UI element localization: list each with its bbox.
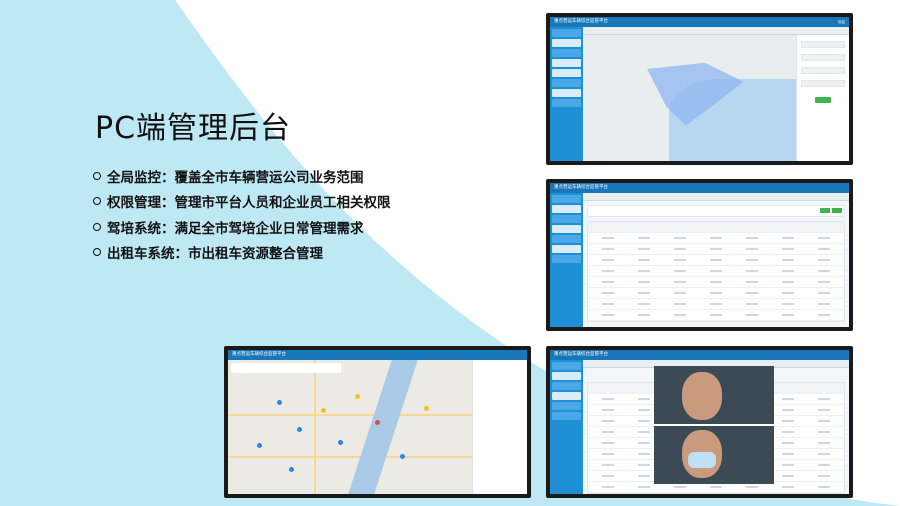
feature-item: 驾培系统：满足全市驾培企业日常管理需求 (93, 214, 391, 240)
sidebar-item[interactable] (552, 99, 581, 107)
table-row[interactable] (588, 255, 844, 266)
map-road (228, 456, 473, 459)
filter-field[interactable] (801, 54, 845, 61)
vehicle-pin-icon[interactable] (424, 405, 429, 411)
photo-divider (654, 424, 774, 426)
sidebar-item[interactable] (552, 235, 581, 243)
user-label: 欢迎 (838, 20, 845, 24)
sidebar-item[interactable] (552, 29, 581, 37)
main-content (583, 27, 849, 161)
vehicle-pin-icon[interactable] (399, 453, 405, 459)
sidebar-item[interactable] (552, 245, 581, 253)
sidebar (550, 193, 583, 327)
bullet-icon (93, 197, 101, 206)
filter-panel (796, 35, 849, 161)
river (348, 360, 418, 494)
sidebar-item[interactable] (552, 39, 581, 47)
screenshot-data-table: 重点营运车辆综合监管平台 (546, 179, 853, 331)
table-row[interactable] (588, 277, 844, 288)
feature-item: 权限管理：管理市平台人员和企业员工相关权限 (93, 189, 391, 215)
vehicle-pin-icon[interactable] (289, 467, 295, 473)
app-title: 重点营运车辆综合监管平台 (232, 352, 286, 357)
tab-bar (583, 193, 849, 201)
vehicle-pin-icon[interactable] (296, 427, 302, 432)
data-table (587, 221, 845, 322)
sidebar-item[interactable] (552, 412, 581, 420)
sidebar-item[interactable] (552, 225, 581, 233)
sidebar-item[interactable] (552, 402, 581, 410)
face-mask (688, 452, 716, 468)
feature-text: 全局监控：覆盖全市车辆营运公司业务范围 (107, 169, 364, 186)
app-header: 重点营运车辆综合监管平台 欢迎 (550, 17, 849, 27)
feature-text: 出租车系统：市出租车资源整合管理 (107, 246, 323, 263)
sidebar-item[interactable] (552, 205, 581, 213)
sidebar-item[interactable] (552, 215, 581, 223)
app-title: 重点营运车辆综合监管平台 (554, 185, 608, 190)
vehicle-pin-icon[interactable] (257, 443, 263, 449)
filter-field[interactable] (801, 41, 845, 48)
screenshot-region-map: 重点营运车辆综合监管平台 欢迎 (546, 13, 853, 165)
sidebar-item[interactable] (552, 382, 581, 390)
tab-bar (583, 27, 849, 35)
sidebar-item[interactable] (552, 255, 581, 263)
feature-item: 全局监控：覆盖全市车辆营运公司业务范围 (93, 163, 391, 189)
sidebar (550, 360, 583, 494)
sidebar-item[interactable] (552, 59, 581, 67)
app-title: 重点营运车辆综合监管平台 (554, 19, 608, 24)
filter-field[interactable] (801, 80, 845, 87)
filter-field[interactable] (801, 67, 845, 74)
table-row[interactable] (588, 244, 844, 255)
driver-photo-popup (654, 366, 774, 484)
city-map[interactable] (228, 360, 473, 494)
sidebar-item[interactable] (552, 69, 581, 77)
table-header (588, 222, 844, 233)
app-header: 重点营运车辆综合监管平台 (550, 350, 849, 360)
screenshot-city-monitor: 重点营运车辆综合监管平台 (224, 346, 531, 498)
bullet-icon (93, 248, 101, 257)
sidebar-item[interactable] (552, 79, 581, 87)
sidebar-item[interactable] (552, 49, 581, 57)
app-header: 重点营运车辆综合监管平台 (228, 350, 527, 360)
vehicle-pin-icon[interactable] (355, 393, 361, 399)
map-road (313, 360, 316, 494)
app-header: 重点营运车辆综合监管平台 (550, 183, 849, 193)
confirm-button[interactable] (815, 97, 831, 103)
table-row[interactable] (588, 233, 844, 244)
driver-photo (682, 372, 722, 420)
sidebar-item[interactable] (552, 362, 581, 370)
sidebar (550, 27, 583, 161)
feature-item: 出租车系统：市出租车资源整合管理 (93, 240, 391, 266)
export-button[interactable] (832, 208, 842, 213)
stats-bar (231, 363, 341, 373)
search-toolbar (587, 205, 845, 217)
bullet-icon (93, 171, 101, 180)
map-road (228, 413, 473, 416)
table-row[interactable] (588, 310, 844, 321)
search-panel (472, 360, 527, 494)
main-content (583, 193, 849, 327)
region-map[interactable] (583, 35, 797, 161)
feature-text: 驾培系统：满足全市驾培企业日常管理需求 (107, 220, 364, 237)
feature-text: 权限管理：管理市平台人员和企业员工相关权限 (107, 195, 391, 212)
vehicle-pin-icon[interactable] (338, 440, 344, 446)
page-title: PC端管理后台 (95, 111, 292, 146)
vehicle-pin-icon[interactable] (321, 408, 327, 414)
app-title: 重点营运车辆综合监管平台 (554, 352, 608, 357)
sidebar-item[interactable] (552, 392, 581, 400)
search-button[interactable] (820, 208, 830, 213)
sidebar-item[interactable] (552, 89, 581, 97)
screenshot-driver-photos: 重点营运车辆综合监管平台 (546, 346, 853, 498)
table-row[interactable] (588, 266, 844, 277)
vehicle-pin-icon[interactable] (277, 400, 282, 406)
table-row[interactable] (588, 299, 844, 310)
sidebar-item[interactable] (552, 372, 581, 380)
feature-list: 全局监控：覆盖全市车辆营运公司业务范围 权限管理：管理市平台人员和企业员工相关权… (93, 163, 391, 265)
table-row[interactable] (588, 288, 844, 299)
sidebar-item[interactable] (552, 195, 581, 203)
bullet-icon (93, 222, 101, 231)
